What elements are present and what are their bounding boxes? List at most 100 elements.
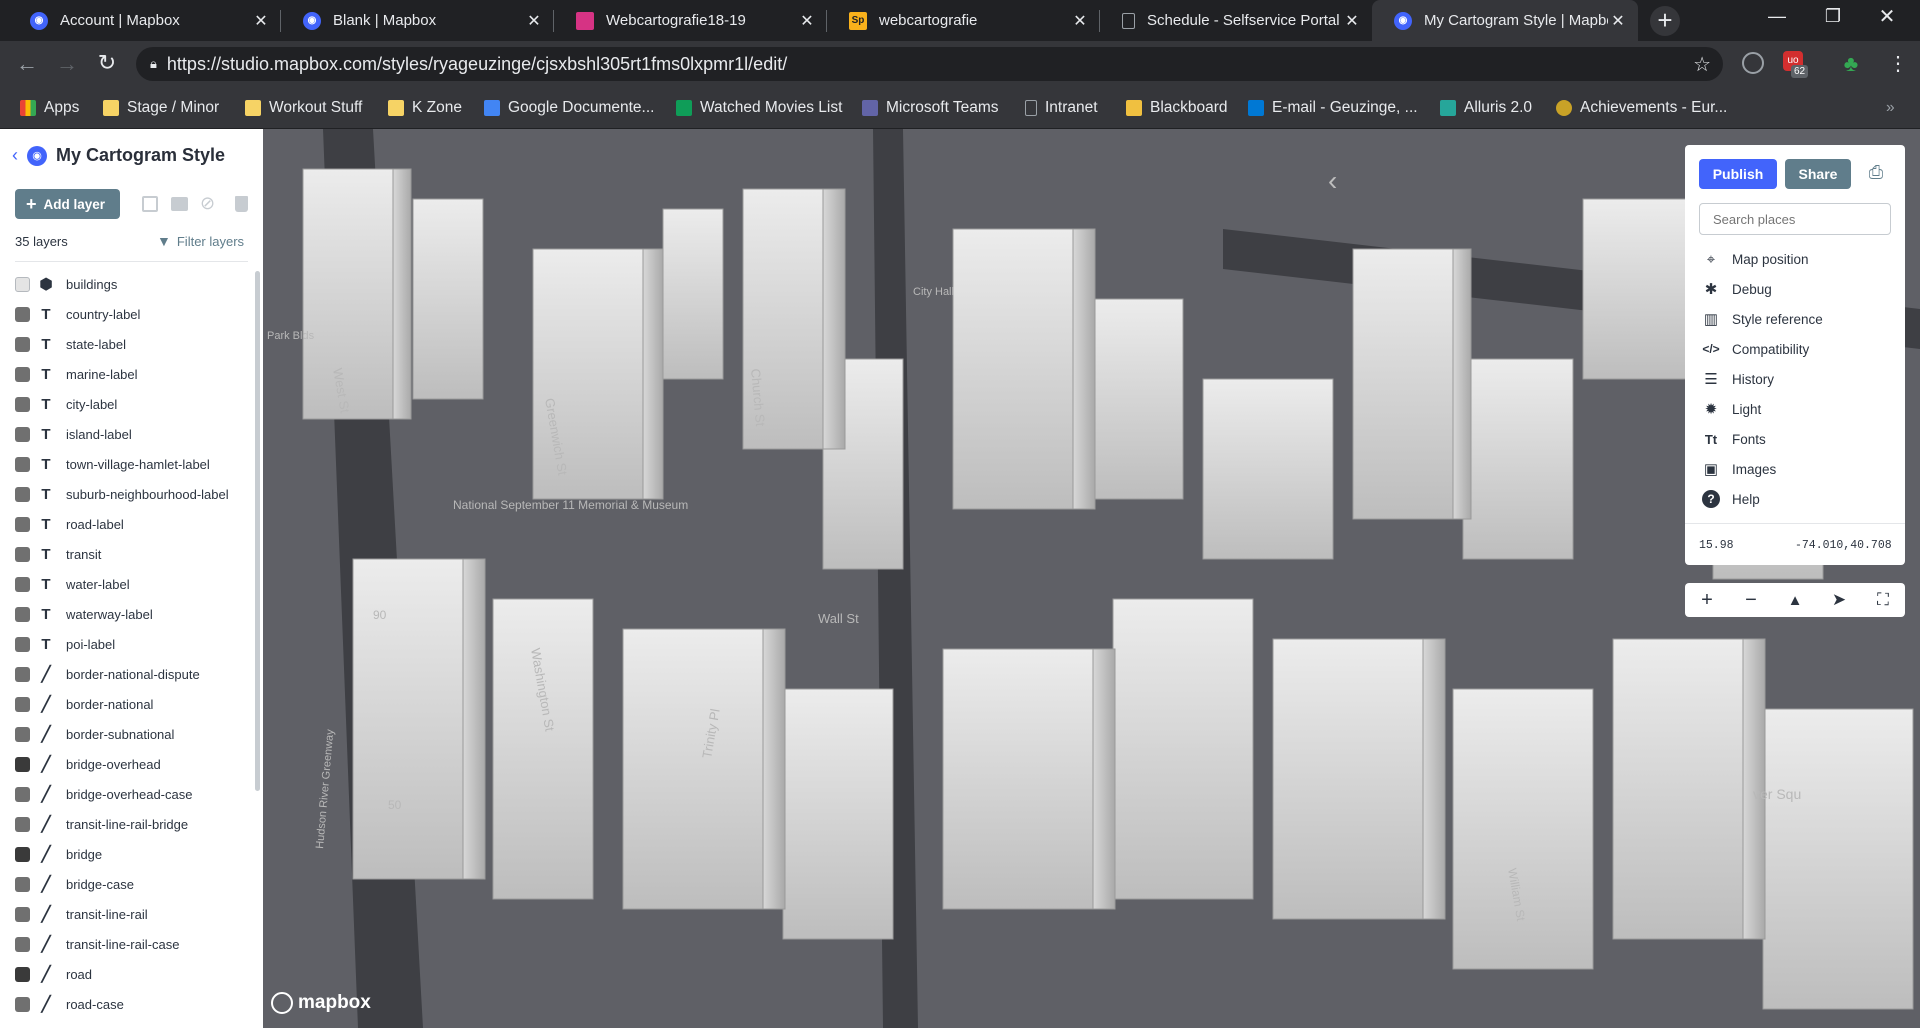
menu-fonts[interactable]: Tt Fonts xyxy=(1702,427,1766,451)
menu-icon[interactable]: ⋮ xyxy=(1888,50,1908,78)
duplicate-layer-icon[interactable] xyxy=(142,196,158,212)
map-label-route-50: 50 xyxy=(388,798,402,812)
reload-button[interactable]: ↻ xyxy=(94,50,120,76)
layer-row-marine-label[interactable]: Tmarine-label xyxy=(0,359,255,389)
close-icon[interactable]: ✕ xyxy=(1070,11,1090,31)
menu-help[interactable]: ? Help xyxy=(1702,487,1760,511)
bookmark-alluris[interactable]: Alluris 2.0 xyxy=(1440,96,1532,120)
close-icon[interactable]: ✕ xyxy=(1342,11,1362,31)
menu-style-reference[interactable]: ▥ Style reference xyxy=(1702,307,1823,331)
zoom-in-button[interactable]: + xyxy=(1685,583,1729,617)
extension-icon[interactable] xyxy=(1742,52,1764,74)
layer-row-water-label[interactable]: Twater-label xyxy=(0,569,255,599)
menu-debug[interactable]: ✱ Debug xyxy=(1702,277,1772,301)
bookmark-achievements[interactable]: Achievements - Eur... xyxy=(1556,96,1727,120)
minimize-window-button[interactable]: — xyxy=(1762,6,1792,36)
bookmarks-overflow-button[interactable]: » xyxy=(1886,96,1895,120)
sun-icon: ✹ xyxy=(1704,401,1718,418)
layer-row-road-label[interactable]: Troad-label xyxy=(0,509,255,539)
layer-color-swatch xyxy=(15,516,30,532)
back-button[interactable]: ← xyxy=(14,51,40,77)
address-bar[interactable]: 🔒︎ https://studio.mapbox.com/styles/ryag… xyxy=(136,47,1723,81)
tab-blank-mapbox[interactable]: ◉ Blank | Mapbox ✕ xyxy=(281,0,554,41)
layer-row-bridge-case[interactable]: ╱ bridge-case xyxy=(0,869,255,899)
profile-avatar[interactable]: ♣ xyxy=(1838,51,1864,77)
close-icon[interactable]: ✕ xyxy=(251,11,271,31)
share-button[interactable]: Share xyxy=(1785,159,1851,189)
layer-row-bridge-overhead-case[interactable]: ╱ bridge-overhead-case xyxy=(0,779,255,809)
bookmark-microsoft-teams[interactable]: Microsoft Teams xyxy=(862,96,999,120)
close-icon[interactable]: ✕ xyxy=(524,11,544,31)
tab-webcartografie18-19[interactable]: Webcartografie18-19 ✕ xyxy=(554,0,827,41)
publish-button[interactable]: Publish xyxy=(1699,159,1777,189)
close-window-button[interactable]: ✕ xyxy=(1872,4,1902,34)
new-tab-button[interactable]: + xyxy=(1650,6,1680,36)
layer-row-town-village-hamlet-label[interactable]: Ttown-village-hamlet-label xyxy=(0,449,255,479)
mapbox-watermark[interactable]: mapbox xyxy=(271,992,371,1014)
bookmark-stage-minor[interactable]: Stage / Minor xyxy=(103,96,219,120)
forward-button[interactable]: → xyxy=(54,51,80,77)
bookmark-email[interactable]: E-mail - Geuzinge, ... xyxy=(1248,96,1418,120)
layer-row-suburb-neighbourhood-label[interactable]: Tsuburb-neighbourhood-label xyxy=(0,479,255,509)
layer-row-transit-line-rail[interactable]: ╱ transit-line-rail xyxy=(0,899,255,929)
tab-account-mapbox[interactable]: ◉ Account | Mapbox ✕ xyxy=(8,0,281,41)
symbol-icon: T xyxy=(41,515,51,533)
close-icon[interactable]: ✕ xyxy=(797,11,817,31)
collapse-panel-chevron-icon[interactable]: ‹ xyxy=(1328,165,1337,197)
fullscreen-button[interactable]: ⛶ xyxy=(1861,583,1905,617)
sidebar-scrollbar[interactable] xyxy=(255,271,260,791)
group-folder-icon[interactable] xyxy=(171,197,188,211)
layer-name: bridge-overhead xyxy=(66,756,161,772)
layer-row-city-label[interactable]: Tcity-label xyxy=(0,389,255,419)
select-pointer-button[interactable]: ➤ xyxy=(1817,583,1861,617)
menu-map-position[interactable]: ⌖ Map position xyxy=(1702,247,1809,271)
bookmark-blackboard[interactable]: Blackboard xyxy=(1126,96,1228,120)
search-places-input[interactable] xyxy=(1699,203,1891,235)
menu-light[interactable]: ✹ Light xyxy=(1702,397,1762,421)
layer-row-poi-label[interactable]: Tpoi-label xyxy=(0,629,255,659)
back-chevron-icon[interactable]: ‹ xyxy=(12,145,18,166)
layer-row-road-case[interactable]: ╱ road-case xyxy=(0,989,255,1019)
layer-row-bridge[interactable]: ╱ bridge xyxy=(0,839,255,869)
bookmark-k-zone[interactable]: K Zone xyxy=(388,96,462,120)
layer-row-state-label[interactable]: Tstate-label xyxy=(0,329,255,359)
map-canvas[interactable]: West St Greenwich St Church St National … xyxy=(263,129,1920,1028)
bookmark-apps[interactable]: Apps xyxy=(20,96,79,120)
tab-my-cartogram-style[interactable]: ◉ My Cartogram Style | Mapbox ✕ xyxy=(1372,0,1638,41)
restore-window-button[interactable]: ❐ xyxy=(1818,6,1848,36)
menu-images[interactable]: ▣ Images xyxy=(1702,457,1776,481)
layer-row-road[interactable]: ╱ road xyxy=(0,959,255,989)
layer-row-buildings[interactable]: ⬢ buildings xyxy=(0,269,255,299)
tab-webcartografie[interactable]: Sp webcartografie ✕ xyxy=(827,0,1100,41)
bookmark-google-docs[interactable]: Google Documente... xyxy=(484,96,654,120)
layer-row-island-label[interactable]: Tisland-label xyxy=(0,419,255,449)
layer-row-border-subnational[interactable]: ╱ border-subnational xyxy=(0,719,255,749)
bookmark-intranet[interactable]: Intranet xyxy=(1025,96,1098,120)
close-icon[interactable]: ✕ xyxy=(1608,11,1628,31)
layer-row-waterway-label[interactable]: Twaterway-label xyxy=(0,599,255,629)
layer-row-border-national-dispute[interactable]: ╱ border-national-dispute xyxy=(0,659,255,689)
layer-row-border-national[interactable]: ╱ border-national xyxy=(0,689,255,719)
star-icon[interactable]: ☆ xyxy=(1693,52,1711,77)
menu-label: Compatibility xyxy=(1732,341,1810,357)
menu-history[interactable]: ☰ History xyxy=(1702,367,1774,391)
menu-compatibility[interactable]: </> Compatibility xyxy=(1702,337,1809,361)
layer-row-bridge-overhead[interactable]: ╱ bridge-overhead xyxy=(0,749,255,779)
add-layer-button[interactable]: + Add layer xyxy=(15,189,120,219)
filter-layers-button[interactable]: ▼ Filter layers xyxy=(157,233,244,249)
layer-row-transit-line-rail-bridge[interactable]: ╱ transit-line-rail-bridge xyxy=(0,809,255,839)
bookmark-workout-stuff[interactable]: Workout Stuff xyxy=(245,96,362,120)
zoom-out-button[interactable]: − xyxy=(1729,583,1773,617)
trash-icon[interactable] xyxy=(235,196,248,212)
line-icon: ╱ xyxy=(41,906,51,923)
print-icon[interactable]: ⎙ xyxy=(1865,162,1887,184)
lock-map-button[interactable]: ▲ xyxy=(1773,583,1817,617)
bookmark-label: Workout Stuff xyxy=(269,99,363,116)
layer-row-transit-line-rail-case[interactable]: ╱ transit-line-rail-case xyxy=(0,929,255,959)
layer-row-country-label[interactable]: Tcountry-label xyxy=(0,299,255,329)
layer-row-transit[interactable]: Ttransit xyxy=(0,539,255,569)
tab-schedule-selfservice[interactable]: Schedule - Selfservice Portal ✕ xyxy=(1100,0,1372,41)
layer-name: water-label xyxy=(66,576,130,592)
hide-layer-icon[interactable]: ⊘ xyxy=(200,193,215,214)
bookmark-watched-movies[interactable]: Watched Movies List xyxy=(676,96,842,120)
